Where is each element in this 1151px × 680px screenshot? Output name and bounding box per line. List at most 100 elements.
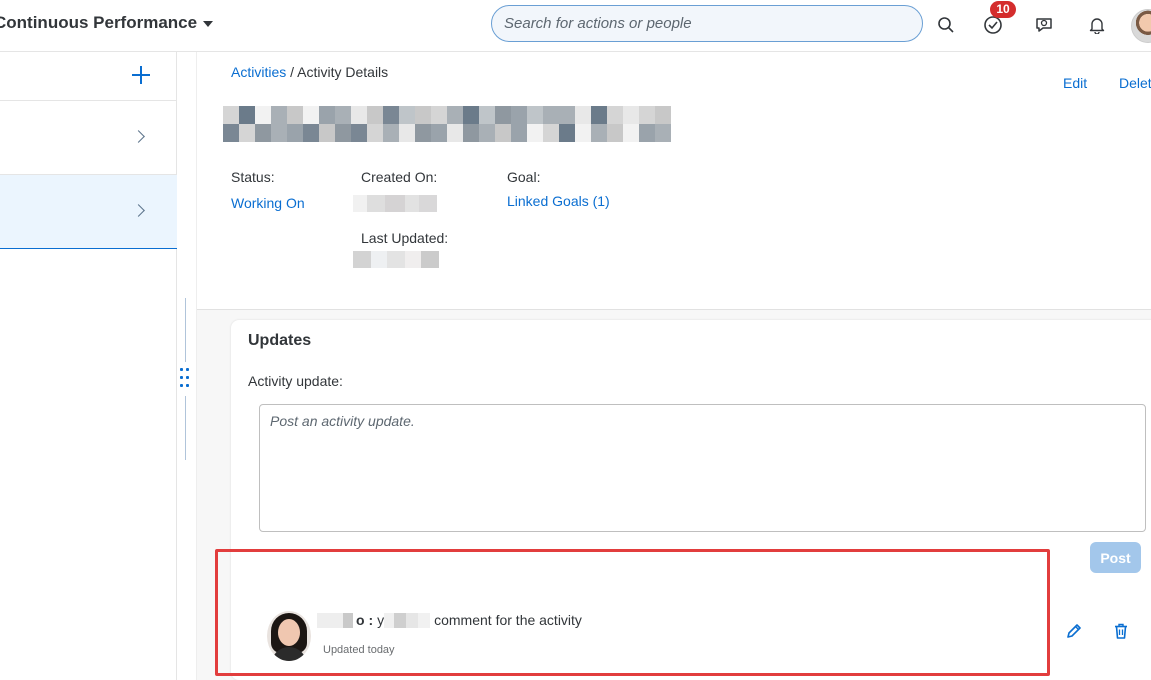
redacted-pixel	[415, 124, 431, 142]
redacted-pixel	[351, 106, 367, 124]
splitter-line	[185, 396, 186, 460]
redacted-pixel	[511, 124, 527, 142]
redacted-pixel	[447, 124, 463, 142]
redacted-pixel	[607, 124, 623, 142]
chevron-right-icon	[132, 204, 145, 217]
redacted-pixel	[479, 106, 495, 124]
redacted-pixel	[399, 106, 415, 124]
object-header: Activities / Activity Details Edit Delet…	[197, 52, 1151, 310]
redacted-pixel	[655, 124, 671, 142]
last-updated-value-redacted	[353, 251, 439, 268]
linked-goals-link[interactable]: Linked Goals (1)	[507, 193, 610, 209]
redacted-pixel	[287, 106, 303, 124]
edit-button[interactable]: Edit	[1063, 75, 1087, 91]
delete-comment-icon[interactable]	[1110, 620, 1132, 642]
redacted-pixel	[639, 124, 655, 142]
redacted-pixel	[415, 106, 431, 124]
redacted-pixel	[527, 124, 543, 142]
redacted-pixel	[223, 106, 239, 124]
redacted-pixel	[591, 124, 607, 142]
redacted-pixel	[383, 124, 399, 142]
redacted-pixel	[239, 106, 255, 124]
redacted-pixel	[319, 106, 335, 124]
updates-title: Updates	[248, 332, 312, 349]
edit-comment-icon[interactable]	[1063, 620, 1085, 642]
bell-icon[interactable]	[1085, 13, 1109, 37]
redacted-pixel	[255, 106, 271, 124]
status-value[interactable]: Working On	[231, 195, 305, 211]
redacted-pixel	[463, 124, 479, 142]
search-field[interactable]	[491, 5, 923, 42]
breadcrumb-link-activities[interactable]: Activities	[231, 64, 286, 80]
app-title-menu[interactable]: Continuous Performance	[0, 13, 214, 33]
redacted-pixel	[639, 106, 655, 124]
search-input[interactable]	[492, 6, 922, 41]
activity-update-box[interactable]	[259, 404, 1146, 532]
splitter-line	[185, 298, 186, 362]
redacted-pixel	[287, 124, 303, 142]
user-avatar[interactable]	[1131, 9, 1151, 43]
redacted-pixel	[559, 106, 575, 124]
master-list	[0, 52, 177, 680]
last-updated-label: Last Updated:	[361, 230, 449, 246]
app-title: Continuous Performance	[0, 13, 198, 32]
shell-bar: Continuous Performance 10	[0, 0, 1151, 52]
activity-title-redacted	[223, 106, 671, 142]
goal-label: Goal:	[507, 169, 541, 185]
highlight-box	[215, 549, 1050, 676]
list-item-selected[interactable]	[0, 175, 177, 249]
assistant-icon[interactable]	[1032, 13, 1056, 37]
redacted-pixel	[655, 106, 671, 124]
redacted-pixel	[607, 106, 623, 124]
list-item[interactable]	[0, 101, 177, 175]
redacted-pixel	[319, 124, 335, 142]
breadcrumb: Activities / Activity Details	[231, 64, 388, 80]
redacted-pixel	[367, 124, 383, 142]
redacted-pixel	[511, 106, 527, 124]
redacted-pixel	[479, 124, 495, 142]
created-on-label: Created On:	[361, 169, 438, 185]
redacted-pixel	[303, 106, 319, 124]
redacted-pixel	[543, 124, 559, 142]
redacted-pixel	[463, 106, 479, 124]
chevron-right-icon	[132, 130, 145, 143]
search-icon[interactable]	[934, 13, 958, 37]
created-on-value-redacted	[353, 195, 437, 212]
redacted-pixel	[447, 106, 463, 124]
redacted-pixel	[239, 124, 255, 142]
post-button[interactable]: Post	[1090, 542, 1141, 573]
redacted-pixel	[271, 106, 287, 124]
redacted-pixel	[543, 106, 559, 124]
redacted-pixel	[591, 106, 607, 124]
redacted-pixel	[271, 124, 287, 142]
breadcrumb-current: Activity Details	[297, 64, 389, 80]
redacted-pixel	[623, 124, 639, 142]
redacted-pixel	[303, 124, 319, 142]
redacted-pixel	[351, 124, 367, 142]
master-list-header	[0, 52, 177, 101]
redacted-pixel	[335, 124, 351, 142]
redacted-pixel	[495, 106, 511, 124]
todo-count-badge: 10	[990, 1, 1016, 18]
redacted-pixel	[623, 106, 639, 124]
redacted-pixel	[575, 124, 591, 142]
redacted-pixel	[399, 124, 415, 142]
add-icon[interactable]	[130, 64, 152, 86]
activity-update-input[interactable]	[260, 405, 1145, 531]
breadcrumb-separator: /	[286, 64, 298, 80]
redacted-pixel	[495, 124, 511, 142]
redacted-pixel	[367, 106, 383, 124]
activity-update-label: Activity update:	[248, 373, 343, 389]
redacted-pixel	[431, 106, 447, 124]
redacted-pixel	[383, 106, 399, 124]
redacted-pixel	[335, 106, 351, 124]
redacted-pixel	[575, 106, 591, 124]
delete-button[interactable]: Delet	[1119, 75, 1151, 91]
caret-down-icon	[203, 21, 214, 27]
redacted-pixel	[431, 124, 447, 142]
redacted-pixel	[223, 124, 239, 142]
splitter-grip-icon[interactable]	[180, 368, 190, 390]
redacted-pixel	[255, 124, 271, 142]
status-label: Status:	[231, 169, 275, 185]
redacted-pixel	[527, 106, 543, 124]
